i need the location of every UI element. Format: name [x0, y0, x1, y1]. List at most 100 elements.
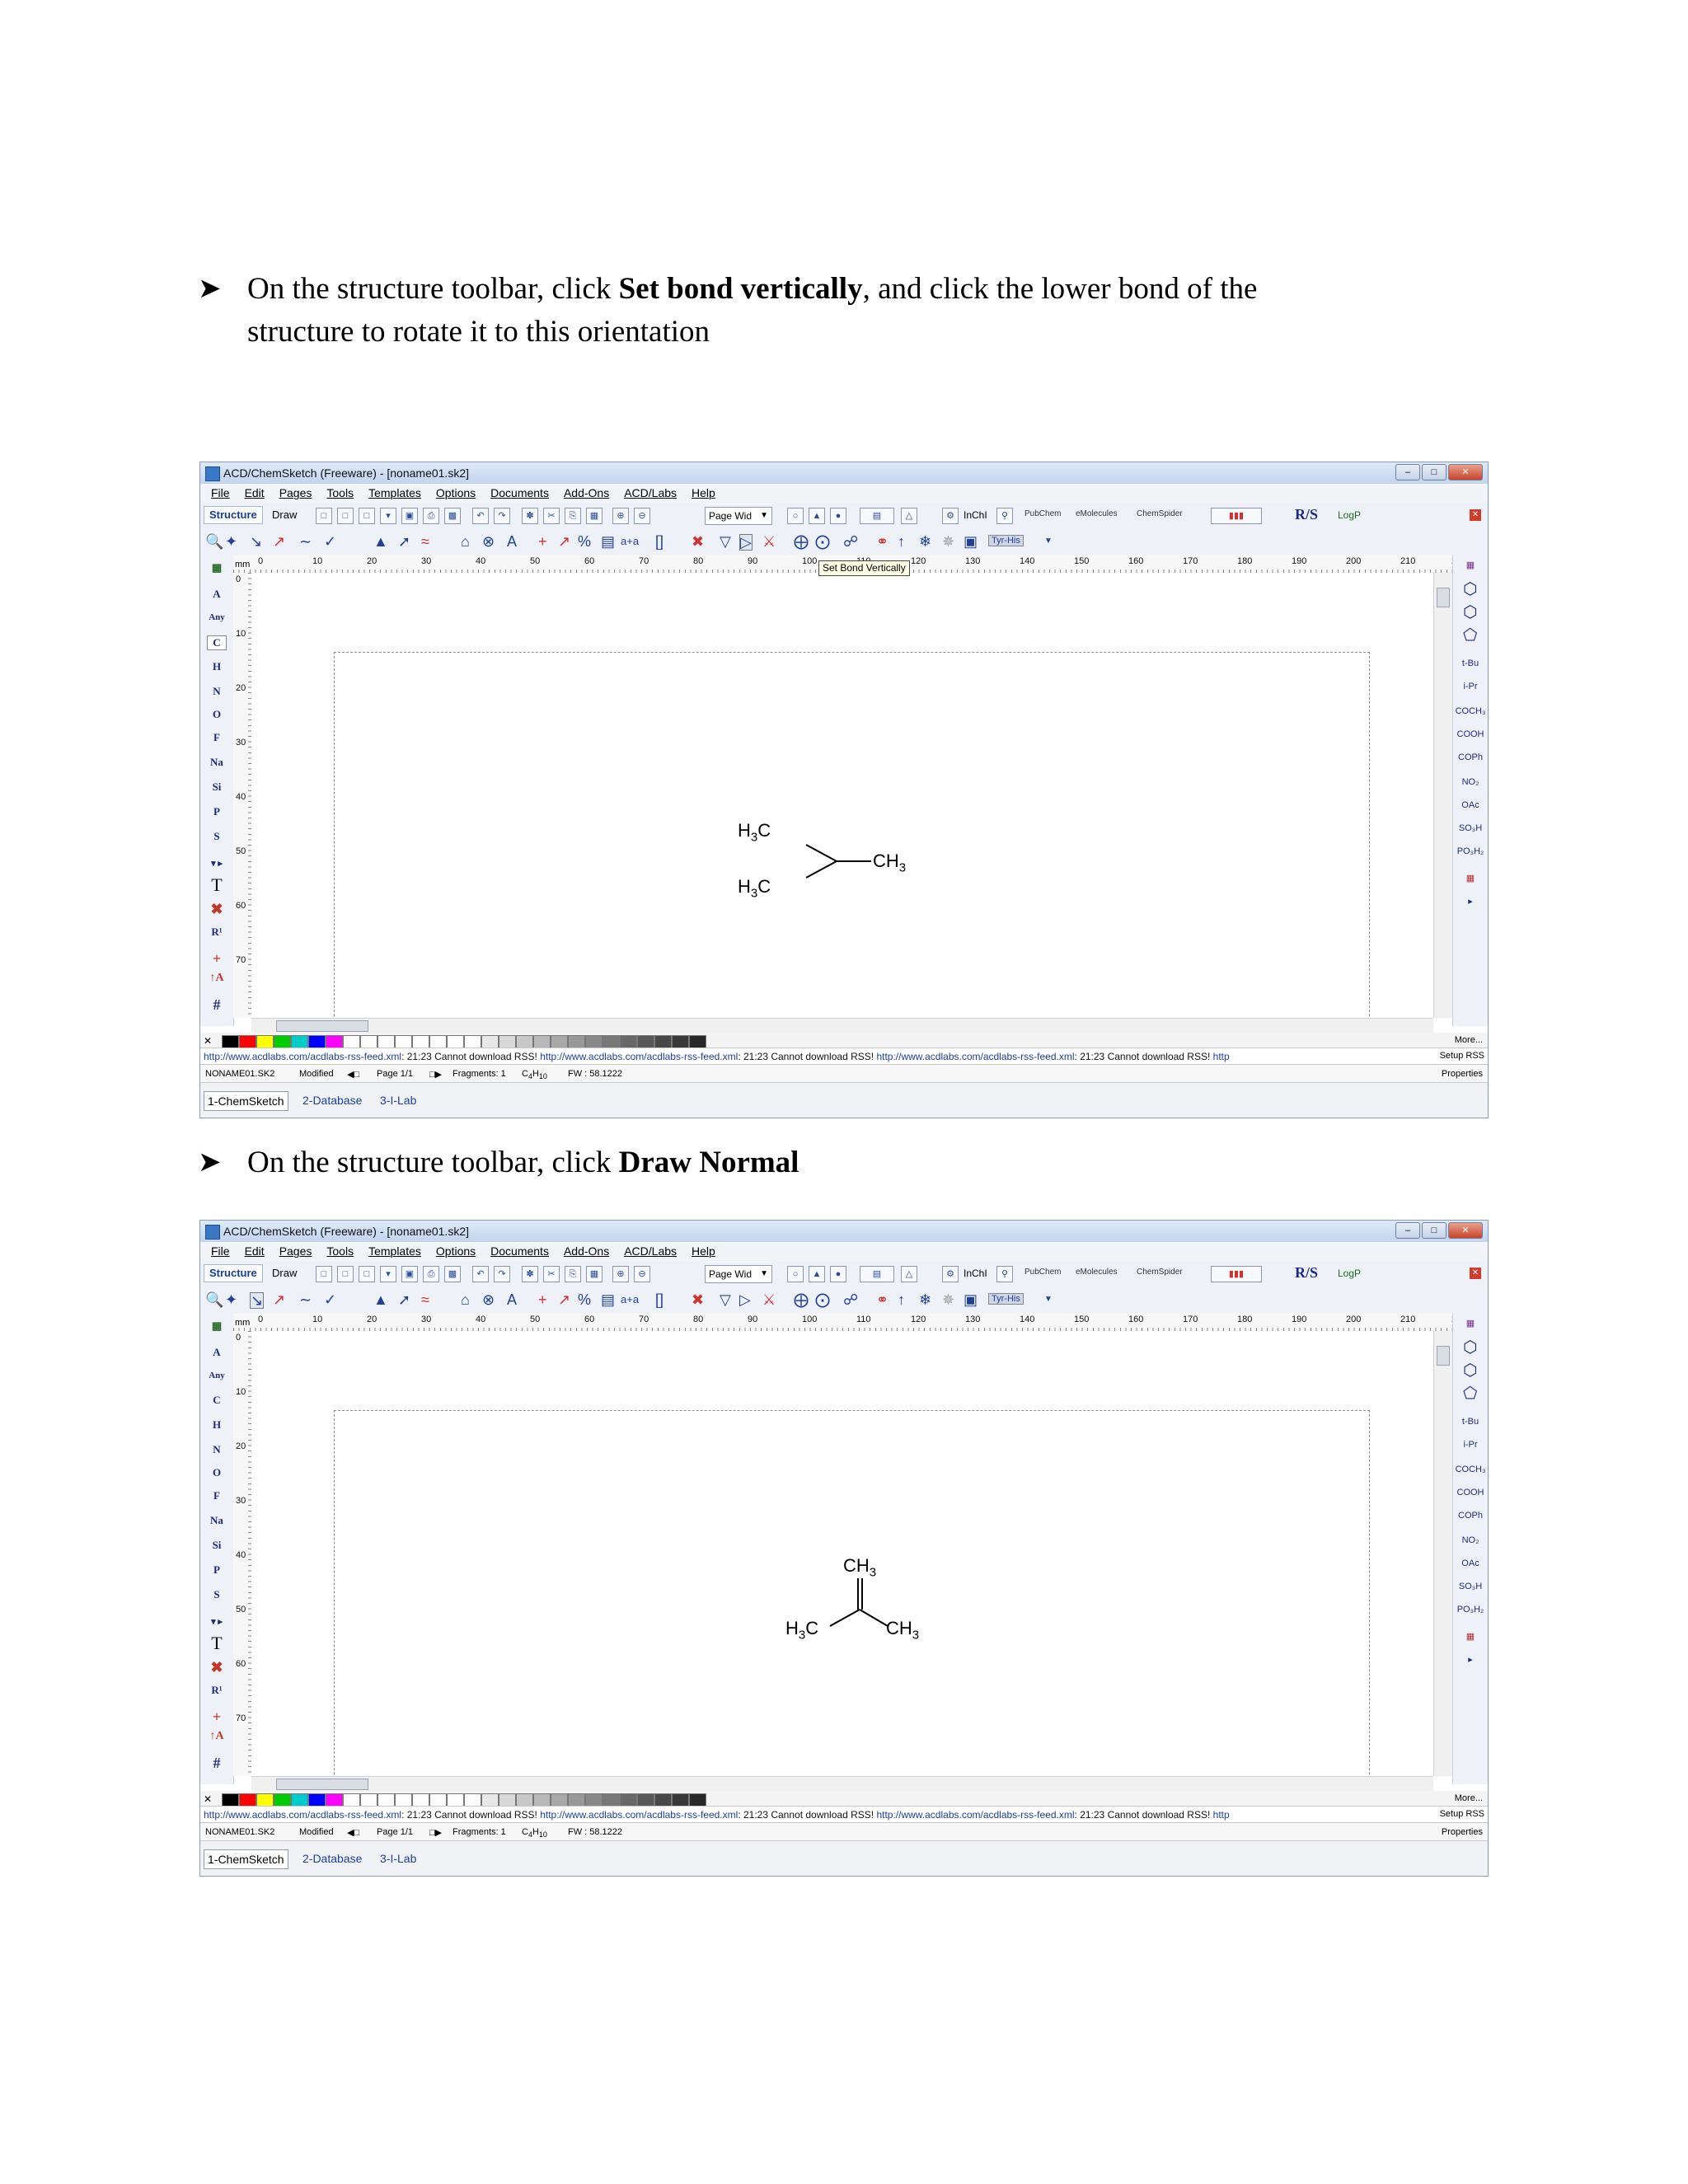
color-swatch[interactable]: [672, 1035, 689, 1048]
color-swatch[interactable]: [689, 1035, 706, 1048]
save-icon[interactable]: ▣: [401, 508, 418, 524]
percent-icon[interactable]: %: [578, 534, 591, 549]
benzene-icon[interactable]: ⬡: [1463, 581, 1477, 598]
text-tool[interactable]: T: [200, 1633, 233, 1654]
zoom-select[interactable]: Page Wid ▼: [705, 1265, 772, 1283]
ring-fusion-icon[interactable]: ⊗: [482, 1292, 495, 1307]
color-swatch[interactable]: [620, 1793, 637, 1807]
menu-templates[interactable]: Templates: [363, 1242, 427, 1260]
atom-N[interactable]: N: [200, 1443, 233, 1456]
color-swatch[interactable]: [499, 1035, 516, 1048]
tab-structure[interactable]: Structure: [204, 506, 263, 524]
stereo-bond-icon[interactable]: ➚: [398, 1292, 410, 1307]
cyclohexane-icon[interactable]: ⬡: [1463, 1362, 1477, 1379]
close-doc-icon[interactable]: ✕: [1470, 509, 1481, 521]
close-button[interactable]: ✕: [1448, 464, 1483, 480]
open-icon[interactable]: ▾: [380, 1266, 396, 1282]
color-swatch[interactable]: [308, 1035, 326, 1048]
emolecules-label[interactable]: eMolecules: [1076, 509, 1118, 518]
logp-label[interactable]: LogP: [1338, 509, 1361, 521]
template-grid-icon[interactable]: ▦: [1453, 560, 1488, 570]
calculate-icon[interactable]: △: [901, 508, 917, 524]
properties-link[interactable]: Properties: [1442, 1069, 1483, 1079]
color-swatch[interactable]: [412, 1793, 429, 1807]
cut-icon[interactable]: ✂: [543, 1266, 560, 1282]
color-swatch[interactable]: [603, 1035, 620, 1048]
more-colors-link[interactable]: More...: [1455, 1035, 1483, 1045]
color-swatch[interactable]: [637, 1793, 654, 1807]
name-icon[interactable]: ⚙: [942, 1266, 959, 1282]
color-swatch[interactable]: [551, 1793, 568, 1807]
menu-edit[interactable]: Edit: [239, 1242, 270, 1260]
color-swatch[interactable]: [551, 1035, 568, 1048]
atom-label-ch3-right[interactable]: CH3: [873, 851, 906, 874]
drawing-canvas[interactable]: CH3 H3C CH3: [251, 1331, 1433, 1791]
hash-tool[interactable]: #: [200, 996, 233, 1014]
color-swatch[interactable]: [464, 1035, 481, 1048]
menu-acdlabs[interactable]: ACD/Labs: [618, 1242, 682, 1260]
scroll-thumb[interactable]: [1437, 588, 1450, 607]
redo-icon[interactable]: ↷: [494, 508, 510, 524]
structure-properties-icon[interactable]: ▣: [964, 1292, 978, 1307]
fragment-nav-icon[interactable]: □▶: [429, 1069, 442, 1080]
close-doc-icon[interactable]: ✕: [1470, 1268, 1481, 1279]
color-swatch[interactable]: [447, 1793, 464, 1807]
color-swatch[interactable]: [689, 1793, 706, 1807]
stereo-rs-label[interactable]: R/S: [1295, 506, 1318, 523]
atom-H[interactable]: H: [200, 1418, 233, 1432]
pubchem-label[interactable]: PubChem: [1025, 509, 1061, 518]
color-swatch[interactable]: [637, 1035, 654, 1048]
benzene-icon[interactable]: ⬡: [1463, 1339, 1477, 1356]
minimize-button[interactable]: –: [1395, 1222, 1420, 1239]
stereo-bond-icon[interactable]: ➚: [398, 534, 410, 549]
atom-H[interactable]: H: [200, 660, 233, 673]
color-swatch[interactable]: [447, 1035, 464, 1048]
image-icon[interactable]: ▲: [809, 508, 825, 524]
template-coch3[interactable]: COCH₃: [1453, 706, 1488, 716]
bracket-icon[interactable]: []: [655, 534, 663, 549]
add-icon[interactable]: +: [538, 1292, 547, 1307]
atom-S[interactable]: S: [200, 830, 233, 843]
structure-properties-icon[interactable]: ▣: [964, 534, 978, 549]
structure-bonds[interactable]: [251, 573, 1433, 1018]
search-icon[interactable]: ⚲: [996, 1266, 1013, 1282]
color-swatch[interactable]: [499, 1793, 516, 1807]
atom-P[interactable]: P: [200, 805, 233, 818]
bond-properties-icon[interactable]: ✵: [942, 534, 954, 549]
minimize-button[interactable]: –: [1395, 464, 1420, 480]
atom-F[interactable]: F: [200, 1489, 233, 1502]
color-swatch[interactable]: [516, 1793, 533, 1807]
template-ipr[interactable]: i-Pr: [1453, 682, 1488, 691]
atom-C[interactable]: C: [207, 635, 227, 650]
chain-angle-icon[interactable]: ≈: [421, 534, 429, 549]
flip-vertical-icon[interactable]: ⨀: [815, 534, 830, 549]
atom-label-ch3-top[interactable]: CH3: [843, 1555, 876, 1579]
periodic-table-icon[interactable]: ▦: [200, 561, 233, 574]
tab-draw[interactable]: Draw: [266, 506, 302, 524]
maximize-button[interactable]: □: [1422, 464, 1447, 480]
color-swatch[interactable]: [395, 1793, 412, 1807]
clean-icon[interactable]: ✽: [522, 1266, 538, 1282]
bond-right[interactable]: [859, 1609, 889, 1627]
inchi-label[interactable]: InChI: [964, 509, 987, 521]
palette-close-icon[interactable]: ✕: [204, 1035, 219, 1047]
menu-documents[interactable]: Documents: [485, 484, 555, 502]
draw-chain-icon[interactable]: ∼: [299, 534, 312, 549]
delete-atom-icon[interactable]: ✖: [200, 901, 233, 918]
menu-add-ons[interactable]: Add-Ons: [558, 484, 615, 502]
color-swatch[interactable]: [429, 1035, 447, 1048]
radical-r1[interactable]: R¹: [200, 926, 233, 939]
menu-documents[interactable]: Documents: [485, 1242, 555, 1260]
set-bond-horizontally-icon[interactable]: ⚔: [762, 1292, 776, 1307]
save-icon[interactable]: ▣: [401, 1266, 418, 1282]
color-swatch[interactable]: [222, 1793, 239, 1807]
clean-icon[interactable]: ✽: [522, 508, 538, 524]
delete-atom-icon[interactable]: ✖: [200, 1659, 233, 1676]
atom-C[interactable]: C: [200, 1394, 233, 1407]
template-more-icon[interactable]: ▦: [1453, 1631, 1488, 1642]
atom-Si[interactable]: Si: [200, 780, 233, 794]
menu-file[interactable]: File: [205, 1242, 236, 1260]
menu-file[interactable]: File: [205, 484, 236, 502]
close-button[interactable]: ✕: [1448, 1222, 1483, 1239]
atom-Si[interactable]: Si: [200, 1539, 233, 1552]
